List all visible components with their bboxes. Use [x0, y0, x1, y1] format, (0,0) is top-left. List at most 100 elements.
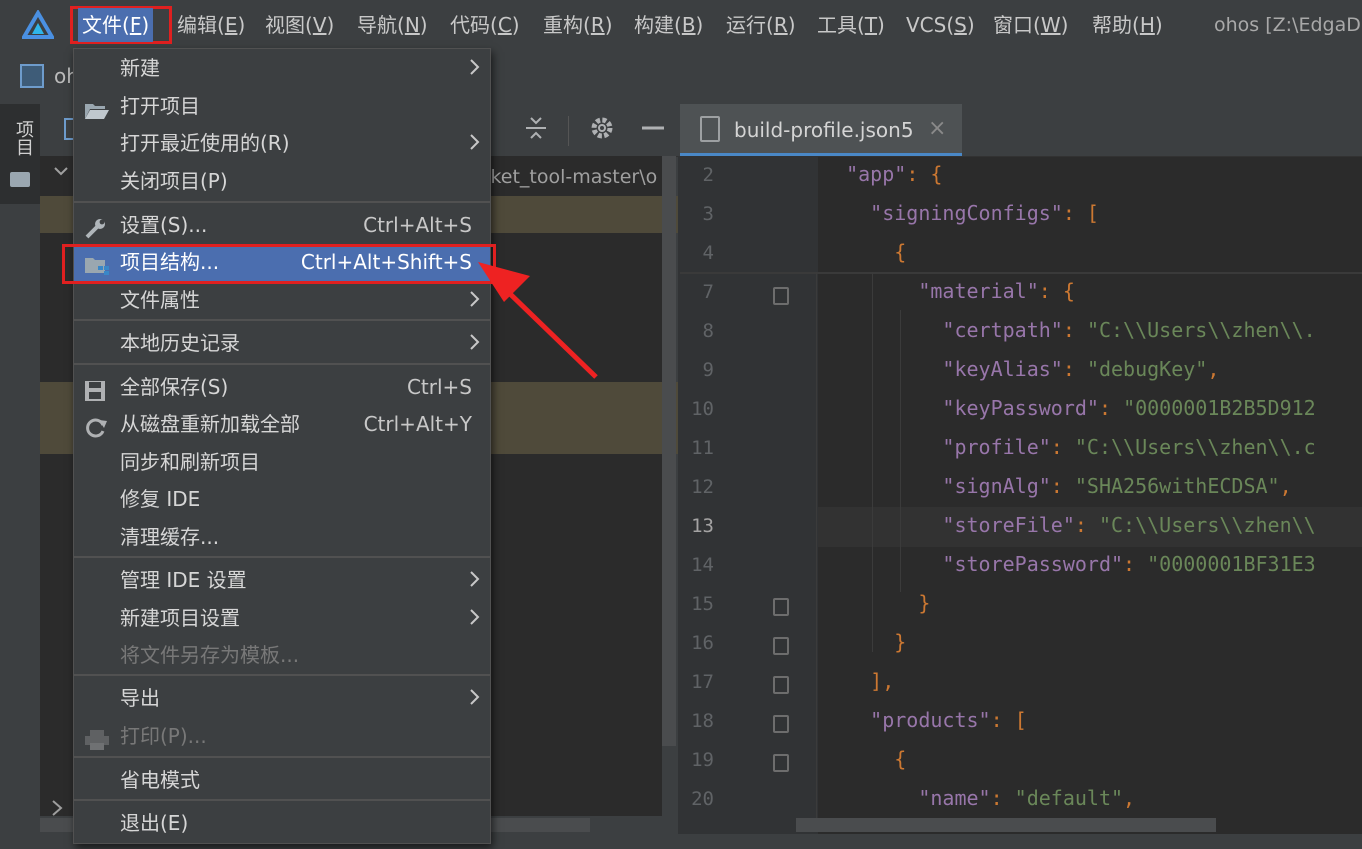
code-line[interactable]: "signAlg": "SHA256withECDSA",	[822, 474, 1291, 498]
code-line[interactable]: "profile": "C:\\Users\\zhen\\.c	[822, 435, 1315, 459]
line-number: 18	[691, 710, 714, 732]
close-icon[interactable]: ×	[928, 116, 946, 141]
file-menu-item-13[interactable]: 管理 IDE 设置	[74, 562, 490, 599]
file-menu-item-2[interactable]: 打开最近使用的(R)	[74, 125, 490, 162]
file-menu-item-1[interactable]: 打开项目	[74, 88, 490, 125]
file-menu-item-15: 将文件另存为模板...	[74, 637, 490, 674]
line-number: 19	[691, 749, 714, 771]
file-menu-item-label: 新建项目设置	[120, 606, 240, 630]
json-file-icon	[700, 116, 720, 142]
file-menu-item-18[interactable]: 省电模式	[74, 762, 490, 799]
printer-icon	[84, 726, 109, 750]
file-menu-item-label: 关闭项目(P)	[120, 169, 228, 193]
code-line[interactable]: "signingConfigs": [	[822, 201, 1099, 225]
hide-pane-icon[interactable]	[640, 114, 666, 149]
code-line[interactable]: "certpath": "C:\\Users\\zhen\\.	[822, 318, 1315, 342]
file-menu-item-label: 修复 IDE	[120, 487, 201, 511]
code-line[interactable]: ],	[822, 669, 894, 693]
file-menu-item-4[interactable]: 设置(S)... Ctrl+Alt+S	[74, 207, 490, 244]
tree-root-path: cket_tool-master\o	[480, 166, 658, 188]
menu-4[interactable]: 代码(C)	[446, 8, 524, 42]
line-number: 9	[702, 359, 714, 381]
code-line[interactable]: "name": "default",	[822, 786, 1135, 810]
tree-chevron-down-icon[interactable]	[52, 162, 70, 185]
line-number: 20	[691, 788, 714, 810]
code-line[interactable]: }	[822, 591, 930, 615]
collapse-all-icon[interactable]	[522, 114, 550, 149]
folder-icon	[10, 172, 30, 187]
file-menu-item-label: 导出	[120, 686, 160, 710]
menu-9[interactable]: VCS(S)	[902, 8, 979, 42]
code-line[interactable]: "keyPassword": "0000001B2B5D912	[822, 396, 1315, 420]
code-line[interactable]: "storePassword": "0000001BF31E3	[822, 552, 1315, 576]
menu-separator	[74, 756, 490, 758]
gear-icon[interactable]	[588, 114, 616, 149]
menu-separator	[74, 319, 490, 321]
file-menu-item-7[interactable]: 本地历史记录	[74, 325, 490, 362]
line-number: 14	[691, 554, 714, 576]
menu-10[interactable]: 窗口(W)	[989, 8, 1072, 42]
file-menu-item-11[interactable]: 修复 IDE	[74, 481, 490, 518]
fold-marker-icon[interactable]	[773, 287, 789, 305]
menu-8[interactable]: 工具(T)	[813, 8, 889, 42]
menu-5[interactable]: 重构(R)	[539, 8, 617, 42]
code-line[interactable]: }	[822, 630, 906, 654]
file-menu-item-9[interactable]: 从磁盘重新加载全部 Ctrl+Alt+Y	[74, 406, 490, 443]
code-line[interactable]: "products": [	[822, 708, 1027, 732]
file-menu-item-label: 管理 IDE 设置	[120, 568, 247, 592]
code-line[interactable]: "material": {	[822, 279, 1075, 303]
line-number: 8	[702, 320, 714, 342]
project-tool-label[interactable]: 项目	[10, 120, 36, 156]
file-menu-item-label: 新建	[120, 56, 160, 80]
menu-11[interactable]: 帮助(H)	[1088, 8, 1167, 42]
file-menu-item-19[interactable]: 退出(E)	[74, 805, 490, 842]
folded-region-marker	[680, 272, 1362, 274]
file-menu-item-10[interactable]: 同步和刷新项目	[74, 444, 490, 481]
code-line[interactable]: "storeFile": "C:\\Users\\zhen\\	[822, 513, 1315, 537]
code-line[interactable]: {	[822, 747, 906, 771]
fold-marker-icon[interactable]	[773, 637, 789, 655]
wrench-icon	[84, 215, 108, 239]
save-icon	[84, 377, 108, 401]
code-line[interactable]: {	[822, 240, 906, 264]
editor-tab-title[interactable]: build-profile.json5	[734, 118, 914, 142]
file-menu-item-label: 将文件另存为模板...	[120, 643, 300, 667]
line-number: 11	[691, 437, 714, 459]
menu-6[interactable]: 构建(B)	[630, 8, 707, 42]
file-menu-item-label: 省电模式	[120, 768, 200, 792]
file-menu-item-8[interactable]: 全部保存(S) Ctrl+S	[74, 369, 490, 406]
menu-3[interactable]: 导航(N)	[353, 8, 432, 42]
menu-2[interactable]: 视图(V)	[261, 8, 338, 42]
file-menu-item-16[interactable]: 导出	[74, 680, 490, 717]
file-menu-item-6[interactable]: 文件属性	[74, 282, 490, 319]
line-number: 17	[691, 671, 714, 693]
fold-marker-icon[interactable]	[773, 598, 789, 616]
menu-1[interactable]: 编辑(E)	[173, 8, 249, 42]
line-number: 15	[691, 593, 714, 615]
project-structure-highlight-box	[62, 244, 496, 284]
file-menu-item-0[interactable]: 新建	[74, 50, 490, 87]
toolbar-separator	[568, 116, 569, 146]
chevron-right-icon[interactable]	[50, 798, 64, 824]
file-menu-item-label: 打开最近使用的(R)	[120, 131, 290, 155]
file-menu-item-label: 打印(P)...	[120, 724, 207, 748]
fold-marker-icon[interactable]	[773, 754, 789, 772]
chevron-right-icon	[468, 281, 482, 329]
line-number: 7	[702, 281, 714, 303]
menu-7[interactable]: 运行(R)	[722, 8, 800, 42]
editor-horizontal-scrollbar[interactable]	[796, 818, 1216, 832]
file-menu-item-3[interactable]: 关闭项目(P)	[74, 163, 490, 200]
file-menu-item-12[interactable]: 清理缓存...	[74, 519, 490, 556]
code-line[interactable]: "app": {	[822, 162, 942, 186]
line-number: 3	[702, 203, 714, 225]
file-menu-item-shortcut: Ctrl+Alt+S	[363, 213, 472, 237]
fold-marker-icon[interactable]	[773, 676, 789, 694]
tree-scrollbar[interactable]	[662, 156, 676, 746]
app-logo-icon	[22, 10, 54, 39]
fold-marker-icon[interactable]	[773, 715, 789, 733]
file-menu-item-14[interactable]: 新建项目设置	[74, 600, 490, 637]
code-line[interactable]: "keyAlias": "debugKey",	[822, 357, 1219, 381]
menu-separator	[74, 556, 490, 558]
file-menu-item-17: 打印(P)...	[74, 718, 490, 755]
menu-0[interactable]: 文件(F)	[78, 8, 154, 42]
